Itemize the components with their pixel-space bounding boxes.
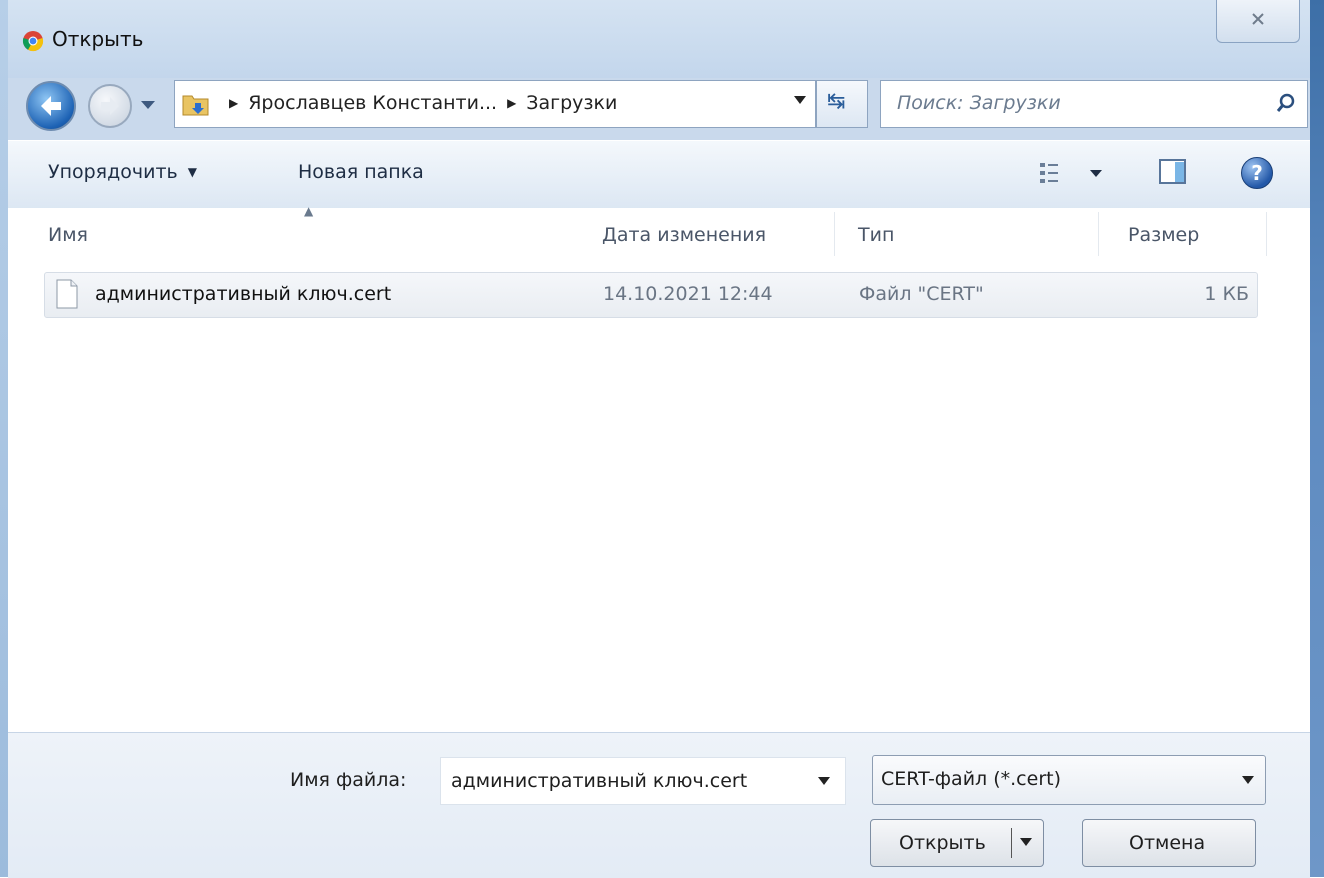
preview-pane-button[interactable] xyxy=(1158,157,1188,187)
refresh-icon: ↹ xyxy=(827,89,846,114)
file-type: Файл "CERT" xyxy=(859,283,984,305)
file-type-select[interactable]: CERT-файл (*.cert) xyxy=(872,755,1266,805)
window-frame-left xyxy=(0,0,8,877)
cancel-button-label: Отмена xyxy=(1129,832,1206,854)
dialog-footer: Имя файла: административный ключ.cert CE… xyxy=(8,732,1310,878)
history-dropdown-icon[interactable] xyxy=(140,99,156,111)
command-toolbar: Упорядочить ▼ Новая папка ? xyxy=(8,140,1310,210)
cancel-button[interactable]: Отмена xyxy=(1082,819,1256,867)
filename-combobox[interactable]: административный ключ.cert xyxy=(440,757,846,805)
open-file-dialog: Открыть ▶ Ярославцев Константи... ▶ Загр… xyxy=(0,0,1324,878)
column-divider[interactable] xyxy=(1266,212,1267,256)
filename-label: Имя файла: xyxy=(290,769,407,791)
chevron-down-icon: ▼ xyxy=(187,165,197,179)
filename-input[interactable]: административный ключ.cert xyxy=(451,770,747,792)
file-date: 14.10.2021 12:44 xyxy=(603,283,773,305)
chevron-down-icon[interactable] xyxy=(817,776,831,786)
chevron-down-icon[interactable] xyxy=(1019,837,1033,847)
column-type[interactable]: Тип xyxy=(858,224,894,246)
file-list: ▲ Имя Дата изменения Тип Размер админист… xyxy=(8,204,1310,732)
back-button[interactable] xyxy=(26,81,76,131)
column-size[interactable]: Размер xyxy=(1128,224,1199,246)
column-headers: ▲ Имя Дата изменения Тип Размер xyxy=(8,204,1310,258)
new-folder-label: Новая папка xyxy=(298,161,424,183)
file-size: 1 КБ xyxy=(1204,283,1249,305)
column-divider[interactable] xyxy=(834,212,835,256)
forward-button[interactable] xyxy=(88,84,132,128)
view-list-icon xyxy=(1040,163,1102,183)
organize-label: Упорядочить xyxy=(48,161,178,183)
file-type-value: CERT-файл (*.cert) xyxy=(881,768,1061,790)
address-bar[interactable]: ▶ Ярославцев Константи... ▶ Загрузки xyxy=(174,80,816,128)
breadcrumb: ▶ Ярославцев Константи... ▶ Загрузки xyxy=(229,92,618,114)
file-icon xyxy=(56,279,78,309)
file-name: административный ключ.cert xyxy=(95,283,392,305)
search-box[interactable] xyxy=(880,80,1308,128)
new-folder-button[interactable]: Новая папка xyxy=(298,161,424,183)
breadcrumb-user-folder[interactable]: Ярославцев Константи... xyxy=(248,92,497,114)
column-divider[interactable] xyxy=(1098,212,1099,256)
refresh-button[interactable]: ↹ xyxy=(816,80,868,128)
close-icon xyxy=(1252,13,1264,25)
column-date-modified[interactable]: Дата изменения xyxy=(602,224,766,246)
window-frame-right xyxy=(1310,0,1324,877)
folder-icon xyxy=(182,95,209,116)
change-view-button[interactable] xyxy=(1038,159,1108,189)
breadcrumb-downloads[interactable]: Загрузки xyxy=(526,92,617,114)
chevron-down-icon[interactable] xyxy=(793,95,807,105)
title-bar: Открыть xyxy=(8,0,1310,78)
forward-arrow-icon xyxy=(101,97,119,115)
help-icon[interactable]: ? xyxy=(1241,157,1273,189)
navigation-bar: ▶ Ярославцев Константи... ▶ Загрузки ↹ xyxy=(8,72,1310,132)
organize-menu[interactable]: Упорядочить ▼ xyxy=(48,161,197,183)
chevron-down-icon xyxy=(1242,776,1254,784)
search-input[interactable] xyxy=(895,91,1259,115)
open-button-label: Открыть xyxy=(899,832,986,854)
back-arrow-icon xyxy=(41,96,61,116)
sort-indicator-icon: ▲ xyxy=(304,204,314,218)
open-button[interactable]: Открыть xyxy=(870,819,1044,867)
close-button[interactable] xyxy=(1216,0,1300,43)
search-icon[interactable] xyxy=(1275,92,1297,114)
window-title: Открыть xyxy=(52,27,144,51)
file-row[interactable]: административный ключ.cert 14.10.2021 12… xyxy=(44,272,1258,318)
preview-pane-icon xyxy=(1159,159,1186,184)
split-divider xyxy=(1011,828,1012,858)
column-name[interactable]: Имя xyxy=(48,224,88,246)
chrome-icon xyxy=(22,31,44,52)
